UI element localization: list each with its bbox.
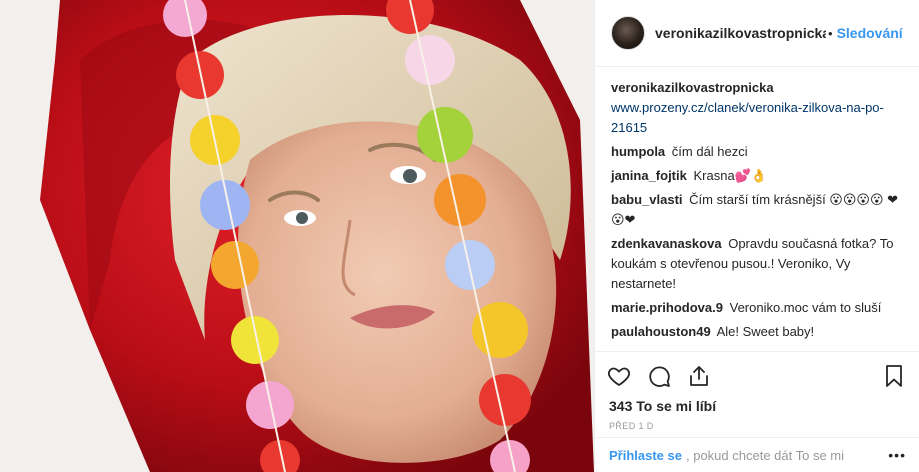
header-username[interactable]: veronikazilkovastropnicka: [655, 25, 826, 41]
comment-text: čím dál hezci: [671, 144, 748, 159]
bookmark-icon: [886, 364, 902, 387]
comment-username[interactable]: janina_fojtik: [611, 168, 687, 183]
comment-username[interactable]: zdenkavanaskova: [611, 236, 722, 251]
list-item: paulahouston49 Ale! Sweet baby!: [611, 322, 903, 342]
post-date[interactable]: PŘED 1 D: [609, 421, 654, 431]
list-item: marie.prihodova.9 Veroniko.moc vám to sl…: [611, 298, 903, 318]
caption: veronikazilkovastropnicka www.prozeny.cz…: [611, 78, 903, 138]
comment-text: Ale! Sweet baby!: [716, 324, 815, 339]
comment-text: Veroniko.moc vám to sluší: [729, 300, 882, 315]
follow-button[interactable]: Sledování: [837, 25, 903, 41]
caption-username[interactable]: veronikazilkovastropnicka: [611, 78, 900, 98]
bookmark-button[interactable]: [882, 364, 906, 388]
login-link[interactable]: Přihlaste se: [609, 448, 682, 463]
comment-text: Krasna💕👌: [693, 168, 768, 183]
more-icon[interactable]: •••: [888, 447, 906, 463]
post-header: veronikazilkovastropnicka • Sledování: [595, 0, 919, 67]
share-button[interactable]: [687, 364, 711, 388]
list-item: janina_fojtik Krasna💕👌: [611, 166, 903, 186]
list-item: babu_vlasti Čím starší tím krásnější 😮😮😮…: [611, 190, 903, 230]
share-icon: [690, 365, 708, 386]
login-prompt-text: , pokud chcete dát To se mi: [686, 447, 845, 463]
list-item: humpola čím dál hezci: [611, 142, 903, 162]
comment-button[interactable]: [647, 364, 671, 388]
list-item: zdenkavanaskova Opravdu současná fotka? …: [611, 234, 903, 294]
header-separator: •: [828, 25, 833, 41]
avatar[interactable]: [611, 16, 645, 50]
comment-username[interactable]: babu_vlasti: [611, 192, 683, 207]
action-bar: [595, 351, 919, 399]
post-image: [0, 0, 594, 472]
like-button[interactable]: [607, 364, 631, 388]
caption-link[interactable]: www.prozeny.cz/clanek/veronika-zilkova-n…: [611, 100, 884, 135]
login-prompt: Přihlaste se , pokud chcete dát To se mi…: [595, 437, 919, 472]
comment-username[interactable]: marie.prihodova.9: [611, 300, 723, 315]
post-side-panel: veronikazilkovastropnicka • Sledování ve…: [594, 0, 919, 472]
comment-username[interactable]: paulahouston49: [611, 324, 711, 339]
comment-icon: [649, 365, 670, 387]
heart-icon: [608, 367, 630, 386]
post-photo[interactable]: [0, 0, 594, 472]
comment-username[interactable]: humpola: [611, 144, 665, 159]
likes-count[interactable]: 343 To se mi líbí: [609, 398, 716, 414]
comments-list[interactable]: veronikazilkovastropnicka www.prozeny.cz…: [595, 67, 919, 350]
